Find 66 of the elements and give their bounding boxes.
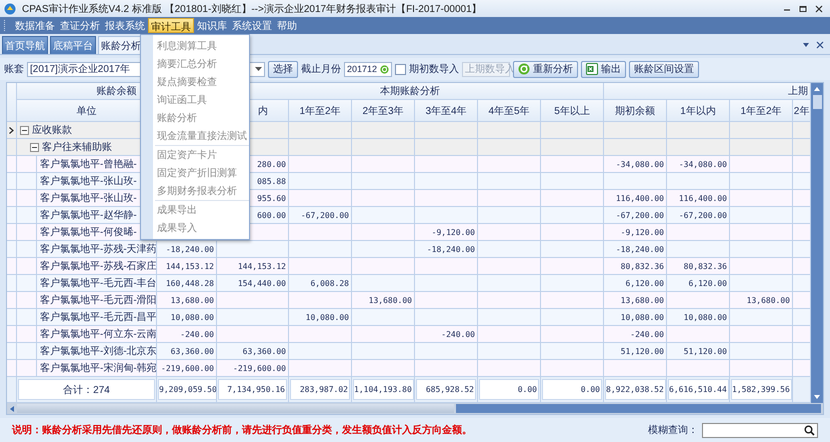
table-cell: 客户氯氯地平-毛元西-滑阳 [37,292,157,309]
table-cell: -240.00 [604,326,667,343]
table-cell: 80,832.36 [667,258,730,275]
total-cell: 9,209,059.50 [158,379,216,400]
month-label: 截止月份 [301,62,341,76]
total-cell: 6,616,510.44 [668,379,729,400]
table-cell: -18,240.00 [415,241,478,258]
table-cell: 144,153.12 [217,258,289,275]
ledger-label: 账套 [4,62,24,76]
total-cell: 1,582,399.56 [731,379,792,400]
tree-label: 应收账款 [32,124,72,137]
table-cell: -34,080.00 [667,156,730,173]
table-cell: 6,008.28 [289,275,352,292]
usage-note: 说明：账龄分析采用先借先还原则，做账龄分析前，请先进行负值重分类，发生额负值计入反方向金额。 [12,423,472,437]
table-cell: -9,120.00 [415,224,478,241]
checkbox-label: 期初数导入 [409,62,459,76]
total-cell: 7,134,950.16 [218,379,287,400]
table-cell: 63,360.00 [157,343,217,360]
table-cell: 客户氯氯地平-何立东-云南 [37,326,157,343]
total-cell: 685,928.52 [416,379,476,400]
table-cell: 客户氯氯地平-刘德-北京东 [37,343,157,360]
table-cell: -240.00 [415,326,478,343]
table-cell: 13,680.00 [604,292,667,309]
table-cell: 6,120.00 [667,275,730,292]
table-cell: 6,120.00 [604,275,667,292]
group-header: 上期 [604,83,811,100]
table-cell: 160,448.28 [157,275,217,292]
total-cell: 8,922,038.52 [605,379,666,400]
table-cell: 客户氯氯地平-毛元西-丰台 [37,275,157,292]
table-cell: 10,080.00 [667,309,730,326]
table-cell: -219,600.00 [217,360,289,377]
table-cell: 13,680.00 [730,292,793,309]
table-cell: -18,240.00 [604,241,667,258]
table-cell: -219,600.00 [157,360,217,377]
table-cell: -67,200.00 [289,207,352,224]
table-cell: 13,680.00 [157,292,217,309]
table-cell: -67,200.00 [667,207,730,224]
table-cell: 客户氯氯地平-毛元西-昌平 [37,309,157,326]
table-cell: 客户氯氯地平-苏残-天津药 [37,241,157,258]
total-label: 合计：274 [18,379,155,400]
tree-label: 客户往来辅助账 [42,140,112,154]
table-cell: -18,240.00 [157,241,217,258]
table-cell: 116,400.00 [667,190,730,207]
table-cell: 116,400.00 [604,190,667,207]
table-cell: 80,832.36 [604,258,667,275]
total-cell: 1,104,193.80 [353,379,414,400]
table-cell: 10,080.00 [604,309,667,326]
total-cell: 0.00 [542,379,602,400]
table-cell: -9,120.00 [604,224,667,241]
table-cell: 10,080.00 [289,309,352,326]
table-cell: 51,120.00 [667,343,730,360]
table-cell: 客户氯氯地平-苏残-石家庄 [37,258,157,275]
table-cell: -67,200.00 [604,207,667,224]
table-cell: 51,120.00 [604,343,667,360]
table-cell: 63,360.00 [217,343,289,360]
table-cell: 13,680.00 [352,292,415,309]
total-cell: 0.00 [479,379,539,400]
table-cell: -34,080.00 [604,156,667,173]
table-cell: 154,440.00 [217,275,289,292]
table-cell: 144,153.12 [157,258,217,275]
window-title: CPAS审计作业系统V4.2 标准版 【201801-刘晓红】-->演示企业2017年财务报表审计【FI-2017-00001】 [22,2,482,16]
table-cell: 10,080.00 [157,309,217,326]
table-cell: 客户氯氯地平-宋润甸-韩宛 [37,360,157,377]
search-label: 模糊查询： [648,424,698,437]
total-cell: 283,987.02 [290,379,350,400]
table-cell: -240.00 [157,326,217,343]
